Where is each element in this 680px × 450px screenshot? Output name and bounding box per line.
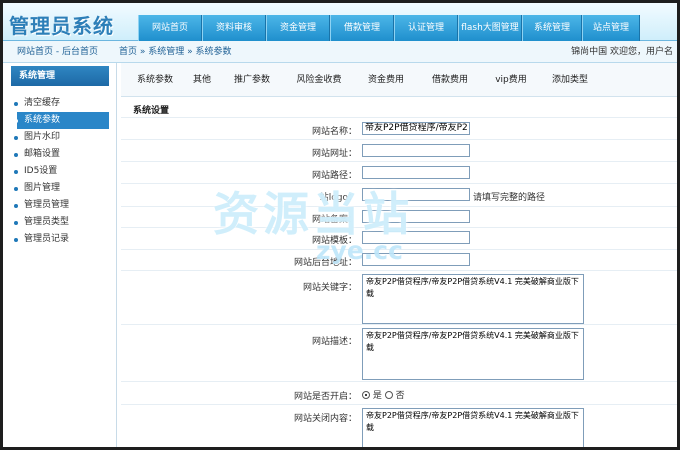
tab-add-type[interactable]: 添加类型 [539,63,601,97]
row-site-url: 网站网址： [121,139,677,161]
sidebar: 系统管理 清空缓存 系统参数 图片水印 邮箱设置 ID5设置 图片管理 管理员管… [3,63,117,447]
sidebar-item-admin-types[interactable]: 管理员类型 [14,214,109,231]
icp-label: 网站备案： [311,215,357,225]
row-site-path: 网站路径： [121,161,677,183]
tab-fund-fee[interactable]: 资金费用 [355,63,417,97]
tab-system-params[interactable]: 系统参数 [127,63,183,97]
close-content-label: 网站关闭内容： [293,414,357,424]
site-url-input[interactable] [362,144,470,157]
site-path-label: 网站路径： [311,171,357,181]
description-label: 网站描述： [311,337,357,347]
keywords-textarea[interactable]: 帝友P2P借贷程序/帝友P2P借贷系统V4.1 完美破解商业版下载 [362,274,584,324]
breadcrumb-bar: 网站首页 - 后台首页 首页 » 系统管理 » 系统参数 锦尚中国 欢迎您，用户… [3,41,677,63]
nav-item-loans[interactable]: 借款管理 [330,15,394,41]
tab-risk-fee[interactable]: 风险金收费 [283,63,355,97]
tab-promotion[interactable]: 推广参数 [221,63,283,97]
welcome-text: 锦尚中国 欢迎您，用户名 [571,47,673,57]
nav-item-funds[interactable]: 资金管理 [266,15,330,41]
nav-item-system[interactable]: 系统管理 [522,15,582,41]
nav-item-site[interactable]: 站点管理 [582,15,640,41]
sidebar-title: 系统管理 [11,66,109,86]
site-open-radios: 是 否 [362,388,405,401]
bullet-icon [14,102,18,106]
main-panel: 系统参数 其他 推广参数 风险金收费 资金费用 借款费用 vip费用 添加类型 … [121,63,677,447]
admin-url-label: 网站后台地址： [293,258,357,268]
close-content-textarea[interactable]: 帝友P2P借贷程序/帝友P2P借贷系统V4.1 完美破解商业版下载 [362,408,584,447]
tab-loan-fee[interactable]: 借款费用 [417,63,483,97]
logo-input[interactable] [362,188,470,201]
tab-bar: 系统参数 其他 推广参数 风险金收费 资金费用 借款费用 vip费用 添加类型 [121,63,677,97]
tab-vip-fee[interactable]: vip费用 [483,63,539,97]
site-url-label: 网站网址： [311,149,357,159]
template-label: 网站模板： [311,236,357,246]
row-keywords: 网站关键字： 帝友P2P借贷程序/帝友P2P借贷系统V4.1 完美破解商业版下载 [121,270,677,324]
sidebar-item-id5[interactable]: ID5设置 [14,163,109,180]
bullet-icon [14,136,18,140]
row-site-open: 网站是否开启： 是 否 [121,381,677,404]
sidebar-item-clear-cache[interactable]: 清空缓存 [14,95,109,112]
row-close-content: 网站关闭内容： 帝友P2P借贷程序/帝友P2P借贷系统V4.1 完美破解商业版下… [121,404,677,447]
logo: 管理员系统 [9,14,114,38]
bullet-icon [14,119,18,123]
site-open-label: 网站是否开启： [293,392,357,402]
breadcrumb[interactable]: 首页 » 系统管理 » 系统参数 [119,41,231,63]
logo-label: 站logo： [319,193,357,203]
sidebar-item-system-params[interactable]: 系统参数 [14,112,109,129]
bullet-icon [14,204,18,208]
template-input[interactable] [362,231,470,244]
row-description: 网站描述： 帝友P2P借贷程序/帝友P2P借贷系统V4.1 完美破解商业版下载 [121,324,677,381]
description-textarea[interactable]: 帝友P2P借贷程序/帝友P2P借贷系统V4.1 完美破解商业版下载 [362,328,584,380]
logo-hint: 请填写完整的路径 [473,193,546,203]
row-logo: 站logo： 请填写完整的路径 [121,183,677,206]
icp-input[interactable] [362,210,470,223]
bullet-icon [14,153,18,157]
open-no-radio[interactable] [384,391,393,399]
site-path-input[interactable] [362,166,470,179]
open-yes-radio[interactable] [362,391,370,399]
keywords-label: 网站关键字： [302,283,357,293]
open-yes-label: 是 [372,391,382,401]
site-name-input[interactable]: 帝友P2P借贷程序/帝友P2 [362,122,470,135]
top-nav: 网站首页 资料审核 资金管理 借款管理 认证管理 flash大图管理 系统管理 … [138,15,640,41]
sidebar-item-watermark[interactable]: 图片水印 [14,129,109,146]
row-template: 网站模板： [121,227,677,249]
row-admin-url: 网站后台地址： [121,249,677,270]
nav-item-auth[interactable]: 认证管理 [394,15,458,41]
sidebar-item-admins[interactable]: 管理员管理 [14,197,109,214]
tab-other[interactable]: 其他 [183,63,221,97]
home-links[interactable]: 网站首页 - 后台首页 [3,41,111,63]
sidebar-item-email[interactable]: 邮箱设置 [14,146,109,163]
section-title: 系统设置 [133,106,170,116]
sidebar-item-admin-log[interactable]: 管理员记录 [14,231,109,248]
nav-item-flash[interactable]: flash大图管理 [458,15,522,41]
bullet-icon [14,170,18,174]
open-no-label: 否 [395,391,405,401]
sidebar-item-images[interactable]: 图片管理 [14,180,109,197]
row-site-name: 网站名称： 帝友P2P借贷程序/帝友P2 [121,117,677,139]
nav-item-review[interactable]: 资料审核 [202,15,266,41]
admin-window: 管理员系统 网站首页 资料审核 资金管理 借款管理 认证管理 flash大图管理… [3,3,677,447]
settings-form: 网站名称： 帝友P2P借贷程序/帝友P2 网站网址： 网站路径： 站logo： … [121,117,677,447]
site-name-label: 网站名称： [311,127,357,137]
bullet-icon [14,187,18,191]
bullet-icon [14,221,18,225]
bullet-icon [14,238,18,242]
sidebar-menu: 清空缓存 系统参数 图片水印 邮箱设置 ID5设置 图片管理 管理员管理 管理员… [14,95,109,248]
header: 管理员系统 网站首页 资料审核 资金管理 借款管理 认证管理 flash大图管理… [3,3,677,41]
nav-item-home[interactable]: 网站首页 [138,15,202,41]
admin-url-input[interactable] [362,253,470,266]
row-icp: 网站备案： [121,206,677,227]
